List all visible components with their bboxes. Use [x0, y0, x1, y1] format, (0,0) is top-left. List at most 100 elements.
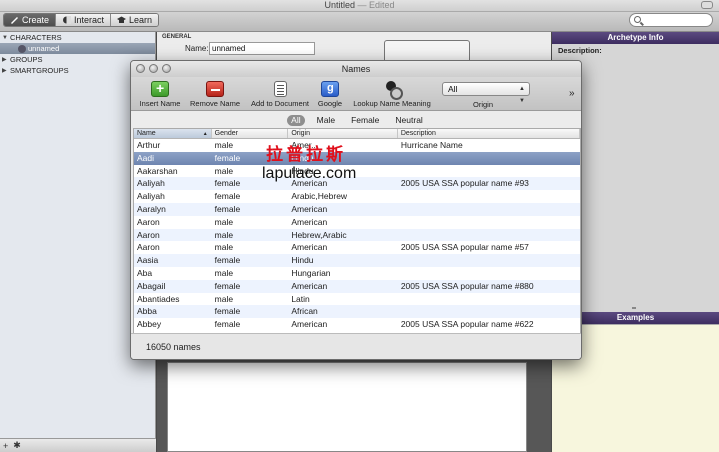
window-title-text: Untitled	[324, 0, 355, 10]
table-cell: male	[214, 229, 234, 240]
table-cell: Aba	[137, 267, 153, 278]
archetype-description-label: Description:	[558, 46, 602, 55]
mode-segmented-control: Create Interact Learn	[3, 13, 160, 27]
sidebar-item-characters[interactable]: ▼ CHARACTERS	[0, 32, 155, 43]
mask-icon	[62, 16, 72, 24]
pencil-icon	[10, 16, 19, 24]
splitter-handle[interactable]	[632, 307, 636, 309]
table-cell: female	[214, 203, 241, 214]
lookup-name-meaning-button[interactable]: Lookup Name Meaning	[349, 81, 435, 108]
table-cell	[398, 203, 580, 216]
filter-neutral[interactable]: Neutral	[391, 115, 426, 126]
gear-icon[interactable]: ✱	[13, 440, 21, 451]
add-to-document-button[interactable]: Add to Document	[247, 81, 313, 108]
table-cell: female	[214, 191, 241, 202]
column-header-description[interactable]: Description	[398, 129, 580, 138]
watermark-chinese: 拉普拉斯	[266, 145, 346, 165]
filter-female[interactable]: Female	[347, 115, 383, 126]
table-row[interactable]: Aaliyah female American 2005 USA SSA popula…	[134, 177, 580, 191]
add-button[interactable]: +	[3, 441, 8, 451]
table-cell	[398, 267, 580, 280]
column-header-name[interactable]: Name ▲	[134, 129, 212, 138]
person-icon	[18, 44, 26, 53]
sidebar-item-label: CHARACTERS	[10, 33, 62, 42]
column-header-origin[interactable]: Origin	[288, 129, 398, 138]
google-button[interactable]: Google	[315, 81, 345, 108]
toolbar-overflow-button[interactable]: »	[569, 88, 575, 99]
lookup-name-meaning-label: Lookup Name Meaning	[353, 99, 431, 108]
window-title: Untitled — Edited	[0, 0, 719, 11]
sidebar-item-unnamed[interactable]: unnamed	[0, 43, 155, 54]
interact-tab[interactable]: Interact	[56, 14, 112, 26]
table-row[interactable]: Aaron male Hebrew,Arabic	[134, 228, 580, 242]
table-cell: male	[214, 216, 234, 227]
table-cell	[398, 216, 580, 229]
table-cell: Arthur	[137, 140, 161, 150]
table-cell: female	[214, 306, 241, 317]
minimize-button[interactable]	[149, 64, 158, 73]
table-cell	[398, 254, 580, 267]
column-header-gender[interactable]: Gender	[212, 129, 289, 138]
toolbar-toggle-button[interactable]	[701, 1, 713, 9]
insert-name-label: Insert Name	[139, 99, 181, 108]
learn-tab[interactable]: Learn	[111, 14, 159, 26]
filter-male[interactable]: Male	[313, 115, 339, 126]
names-dialog-title: Names	[341, 64, 371, 74]
remove-name-button[interactable]: Remove Name	[188, 81, 242, 108]
search-input[interactable]	[629, 13, 713, 27]
sidebar-item-label: SMARTGROUPS	[10, 66, 69, 75]
add-to-document-label: Add to Document	[251, 99, 309, 108]
names-table: Name ▲ Gender Origin Description Arthur ma…	[133, 128, 581, 335]
create-tab[interactable]: Create	[4, 14, 57, 26]
disclosure-right-icon[interactable]: ▶	[2, 56, 8, 63]
watermark-url: lapulace.com	[262, 165, 357, 182]
table-row[interactable]: Aasia female Hindu	[134, 254, 580, 267]
close-button[interactable]	[136, 64, 145, 73]
table-header: Name ▲ Gender Origin Description	[134, 129, 580, 139]
general-panel: GENERAL Name: unnamed	[157, 32, 551, 62]
main-toolbar: Create Interact Learn	[0, 12, 719, 32]
table-cell: Arabic,Hebrew	[291, 191, 348, 202]
table-row[interactable]: Abagail female American 2005 USA SSA popula…	[134, 279, 580, 293]
table-cell: 2005 USA SSA popular name #57	[400, 242, 529, 253]
table-row[interactable]: Abba female African	[134, 305, 580, 319]
sidebar-bottom-bar: + ✱	[0, 438, 156, 452]
window-controls	[136, 64, 171, 73]
origin-select[interactable]: All ▲ ▼	[442, 82, 530, 104]
search-icon	[634, 16, 641, 23]
interact-tab-label: Interact	[74, 15, 105, 25]
disclosure-down-icon[interactable]: ▼	[2, 35, 8, 41]
table-row[interactable]: Aba male Hungarian	[134, 267, 580, 280]
insert-name-button[interactable]: Insert Name	[137, 80, 183, 108]
table-row[interactable]: Aadi female Hindu	[134, 151, 580, 165]
names-dialog: Names Insert Name Remove Name Add to Doc…	[130, 60, 582, 360]
names-toolbar: Insert Name Remove Name Add to Document …	[131, 77, 581, 111]
table-row[interactable]: Aaron male American	[134, 216, 580, 229]
table-row[interactable]: Aaron male American 2005 USA SSA popular na…	[134, 241, 580, 254]
filter-all[interactable]: All	[287, 114, 305, 126]
table-cell	[398, 152, 580, 165]
document-icon	[273, 81, 287, 97]
table-row[interactable]: Aakarshan male Hindu	[134, 165, 580, 178]
table-row[interactable]: Abantiades male Latin	[134, 293, 580, 306]
column-header-label: Name	[137, 130, 156, 137]
table-row[interactable]: Abbey female American 2005 USA SSA popular …	[134, 318, 580, 331]
notes-document[interactable]	[167, 362, 527, 452]
table-row[interactable]: Arthur male Amer... Hurricane Name	[134, 139, 580, 152]
table-cell: Abantiades	[137, 293, 180, 304]
disclosure-right-icon[interactable]: ▶	[2, 67, 8, 74]
table-cell: male	[214, 242, 234, 253]
table-cell: American	[291, 216, 328, 227]
sidebar-item-label: unnamed	[28, 44, 60, 53]
name-label: Name:	[185, 44, 209, 53]
table-cell: male	[214, 293, 234, 304]
table-row[interactable]: Aaliyah female Arabic,Hebrew	[134, 190, 580, 203]
name-field[interactable]: unnamed	[209, 42, 315, 55]
table-cell: Hindu	[291, 255, 314, 266]
table-cell: male	[214, 267, 234, 278]
names-dialog-titlebar: Names	[131, 61, 581, 77]
table-row[interactable]: Aaralyn female American	[134, 202, 580, 216]
table-cell: Abba	[137, 306, 157, 317]
table-cell: Aaliyah	[137, 178, 165, 189]
zoom-button[interactable]	[162, 64, 171, 73]
